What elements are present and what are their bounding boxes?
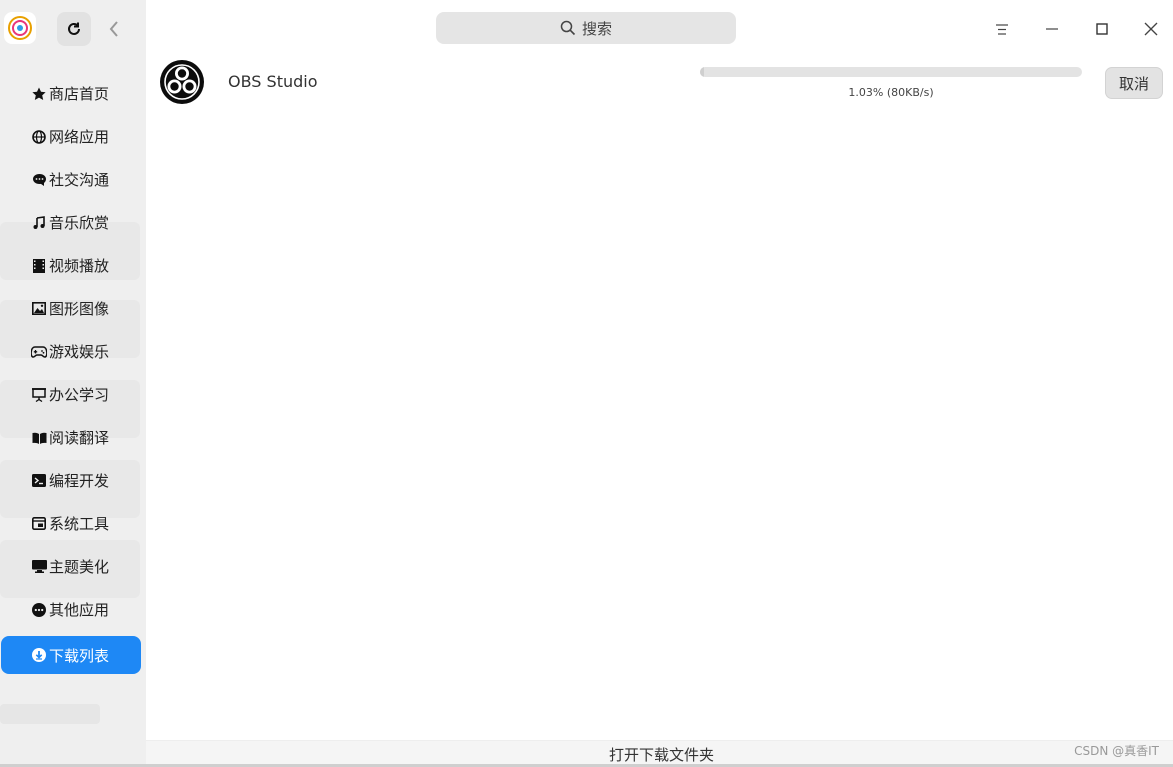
refresh-button[interactable] <box>57 12 91 46</box>
sidebar-item-label: 网络应用 <box>49 128 110 146</box>
sidebar: 商店首页 网络应用 社交沟通 音乐欣赏 视频播放 图形图像 游戏娱乐 办公学习 … <box>0 0 146 767</box>
sidebar-item-label: 阅读翻译 <box>49 429 110 447</box>
sidebar-item-label: 下载列表 <box>49 646 110 665</box>
sidebar-item-office[interactable]: 办公学习 <box>0 373 146 416</box>
sidebar-item-label: 商店首页 <box>49 85 110 103</box>
book-icon <box>31 430 47 446</box>
back-button[interactable] <box>104 18 124 40</box>
sidebar-nav: 商店首页 网络应用 社交沟通 音乐欣赏 视频播放 图形图像 游戏娱乐 办公学习 … <box>0 72 146 674</box>
refresh-icon <box>68 22 80 35</box>
menu-icon <box>996 23 1008 35</box>
sidebar-item-video[interactable]: 视频播放 <box>0 244 146 287</box>
chat-icon <box>31 172 47 188</box>
film-icon <box>31 258 47 274</box>
download-app-name: OBS Studio <box>228 72 318 91</box>
sidebar-item-label: 系统工具 <box>49 515 110 533</box>
watermark: CSDN @真香IT <box>1074 744 1159 758</box>
search-label: 搜索 <box>581 19 612 38</box>
sidebar-item-label: 音乐欣赏 <box>49 214 110 232</box>
menu-button[interactable] <box>991 18 1013 40</box>
minimize-button[interactable] <box>1041 18 1063 40</box>
app-store-logo <box>4 12 36 44</box>
maximize-button[interactable] <box>1091 18 1113 40</box>
image-icon <box>31 301 47 317</box>
sidebar-item-label: 视频播放 <box>49 257 110 275</box>
terminal-icon <box>31 473 47 489</box>
minimize-icon <box>1046 28 1058 30</box>
sidebar-item-label: 图形图像 <box>49 300 110 318</box>
gamepad-icon <box>31 344 47 360</box>
chevron-left-icon <box>109 21 118 37</box>
sidebar-item-games[interactable]: 游戏娱乐 <box>0 330 146 373</box>
globe-icon <box>31 129 47 145</box>
obs-studio-icon <box>160 60 204 104</box>
download-progress-text: 1.03% (80KB/s) <box>848 86 934 99</box>
sidebar-item-network[interactable]: 网络应用 <box>0 115 146 158</box>
open-download-folder-button[interactable]: 打开下载文件夹 <box>609 744 714 765</box>
search-icon <box>560 20 576 36</box>
ghost-search <box>0 704 100 724</box>
close-icon <box>1144 22 1158 36</box>
download-progress-fill <box>700 67 704 77</box>
sidebar-item-dev[interactable]: 编程开发 <box>0 459 146 502</box>
sidebar-item-social[interactable]: 社交沟通 <box>0 158 146 201</box>
close-button[interactable] <box>1140 18 1162 40</box>
sidebar-item-home[interactable]: 商店首页 <box>0 72 146 115</box>
sidebar-item-graphics[interactable]: 图形图像 <box>0 287 146 330</box>
maximize-icon <box>1096 23 1108 35</box>
sidebar-item-label: 主题美化 <box>49 558 110 576</box>
sidebar-item-downloads[interactable]: 下载列表 <box>1 636 141 674</box>
star-icon <box>31 86 47 102</box>
cancel-download-button[interactable]: 取消 <box>1105 67 1163 99</box>
store-logo-icon <box>8 16 32 40</box>
search-input[interactable]: 搜索 <box>436 12 736 44</box>
sidebar-item-label: 办公学习 <box>49 386 110 404</box>
presentation-icon <box>31 387 47 403</box>
sidebar-item-music[interactable]: 音乐欣赏 <box>0 201 146 244</box>
more-icon <box>31 602 47 618</box>
sidebar-item-label: 游戏娱乐 <box>49 343 110 361</box>
sidebar-item-tools[interactable]: 系统工具 <box>0 502 146 545</box>
sidebar-item-themes[interactable]: 主题美化 <box>0 545 146 588</box>
sidebar-item-label: 社交沟通 <box>49 171 110 189</box>
monitor-icon <box>31 559 47 575</box>
sidebar-item-label: 其他应用 <box>49 601 110 619</box>
download-icon <box>31 647 47 663</box>
music-note-icon <box>31 215 47 231</box>
toolbox-icon <box>31 516 47 532</box>
sidebar-item-label: 编程开发 <box>49 472 110 490</box>
sidebar-item-reading[interactable]: 阅读翻译 <box>0 416 146 459</box>
sidebar-item-other[interactable]: 其他应用 <box>0 588 146 631</box>
download-progress-bar <box>700 67 1082 77</box>
